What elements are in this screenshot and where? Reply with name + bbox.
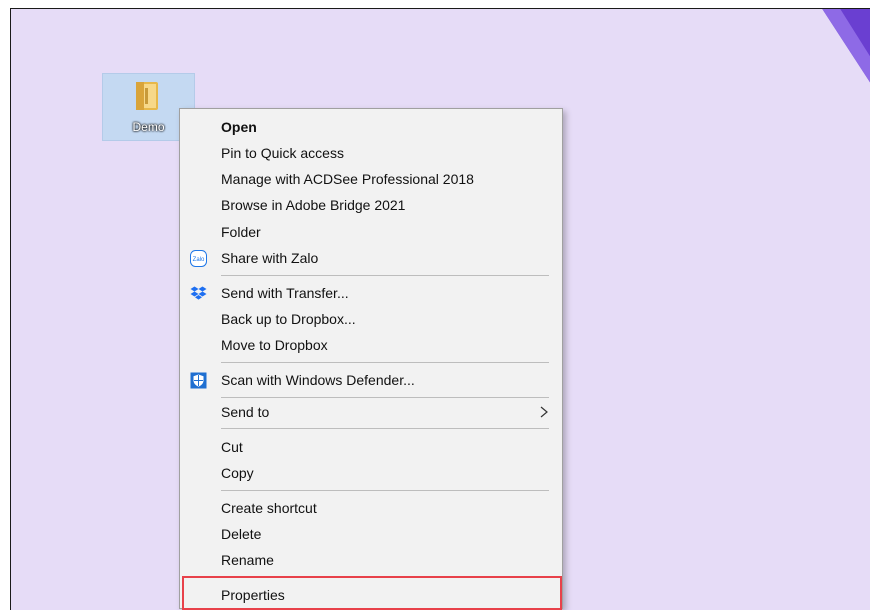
menu-item-copy[interactable]: Copy — [180, 460, 562, 486]
zalo-icon: Zalo — [190, 250, 207, 267]
dropbox-icon — [190, 286, 207, 300]
chevron-right-icon — [540, 406, 548, 418]
menu-separator — [221, 275, 549, 276]
menu-item-delete[interactable]: Delete — [180, 521, 562, 547]
menu-item-label: Create shortcut — [221, 500, 317, 516]
menu-item-label: Browse in Adobe Bridge 2021 — [221, 197, 406, 213]
menu-item-label: Copy — [221, 465, 254, 481]
windows-defender-icon — [190, 372, 207, 389]
menu-item-browse-in-adobe-bridge[interactable]: Browse in Adobe Bridge 2021 — [180, 192, 562, 218]
folder-icon — [136, 82, 158, 110]
menu-item-send-with-transfer[interactable]: Send with Transfer... — [180, 280, 562, 306]
menu-item-label: Rename — [221, 552, 274, 568]
menu-item-folder[interactable]: Folder — [180, 219, 562, 245]
menu-item-properties[interactable]: Properties — [180, 582, 562, 608]
menu-item-label: Open — [221, 119, 257, 135]
menu-item-label: Properties — [221, 587, 285, 603]
menu-item-label: Scan with Windows Defender... — [221, 372, 415, 388]
menu-item-label: Pin to Quick access — [221, 145, 344, 161]
menu-item-label: Manage with ACDSee Professional 2018 — [221, 171, 474, 187]
menu-item-label: Back up to Dropbox... — [221, 311, 356, 327]
menu-separator — [221, 576, 549, 577]
menu-item-label: Move to Dropbox — [221, 337, 328, 353]
menu-item-rename[interactable]: Rename — [180, 547, 562, 573]
menu-item-move-to-dropbox[interactable]: Move to Dropbox — [180, 332, 562, 358]
menu-item-create-shortcut[interactable]: Create shortcut — [180, 495, 562, 521]
menu-item-label: Send with Transfer... — [221, 285, 349, 301]
menu-item-cut[interactable]: Cut — [180, 434, 562, 460]
menu-item-label: Delete — [221, 526, 262, 542]
zalo-icon-text: Zalo — [193, 257, 205, 263]
context-menu: Open Pin to Quick access Manage with ACD… — [179, 108, 563, 609]
menu-separator — [221, 362, 549, 363]
menu-separator — [221, 397, 549, 398]
menu-item-open[interactable]: Open — [180, 114, 562, 140]
menu-item-label: Folder — [221, 224, 261, 240]
menu-item-label: Send to — [221, 404, 270, 420]
menu-separator — [221, 428, 549, 429]
menu-item-pin-to-quick-access[interactable]: Pin to Quick access — [180, 140, 562, 166]
menu-item-manage-with-acdsee[interactable]: Manage with ACDSee Professional 2018 — [180, 166, 562, 192]
menu-item-label: Share with Zalo — [221, 250, 319, 266]
menu-item-send-to[interactable]: Send to — [180, 399, 562, 425]
menu-item-scan-with-windows-defender[interactable]: Scan with Windows Defender... — [180, 367, 562, 393]
menu-item-share-with-zalo[interactable]: Zalo Share with Zalo — [180, 245, 562, 271]
menu-separator — [221, 490, 549, 491]
menu-item-label: Cut — [221, 439, 243, 455]
desktop-corner-decoration — [822, 9, 870, 83]
menu-item-back-up-to-dropbox[interactable]: Back up to Dropbox... — [180, 306, 562, 332]
